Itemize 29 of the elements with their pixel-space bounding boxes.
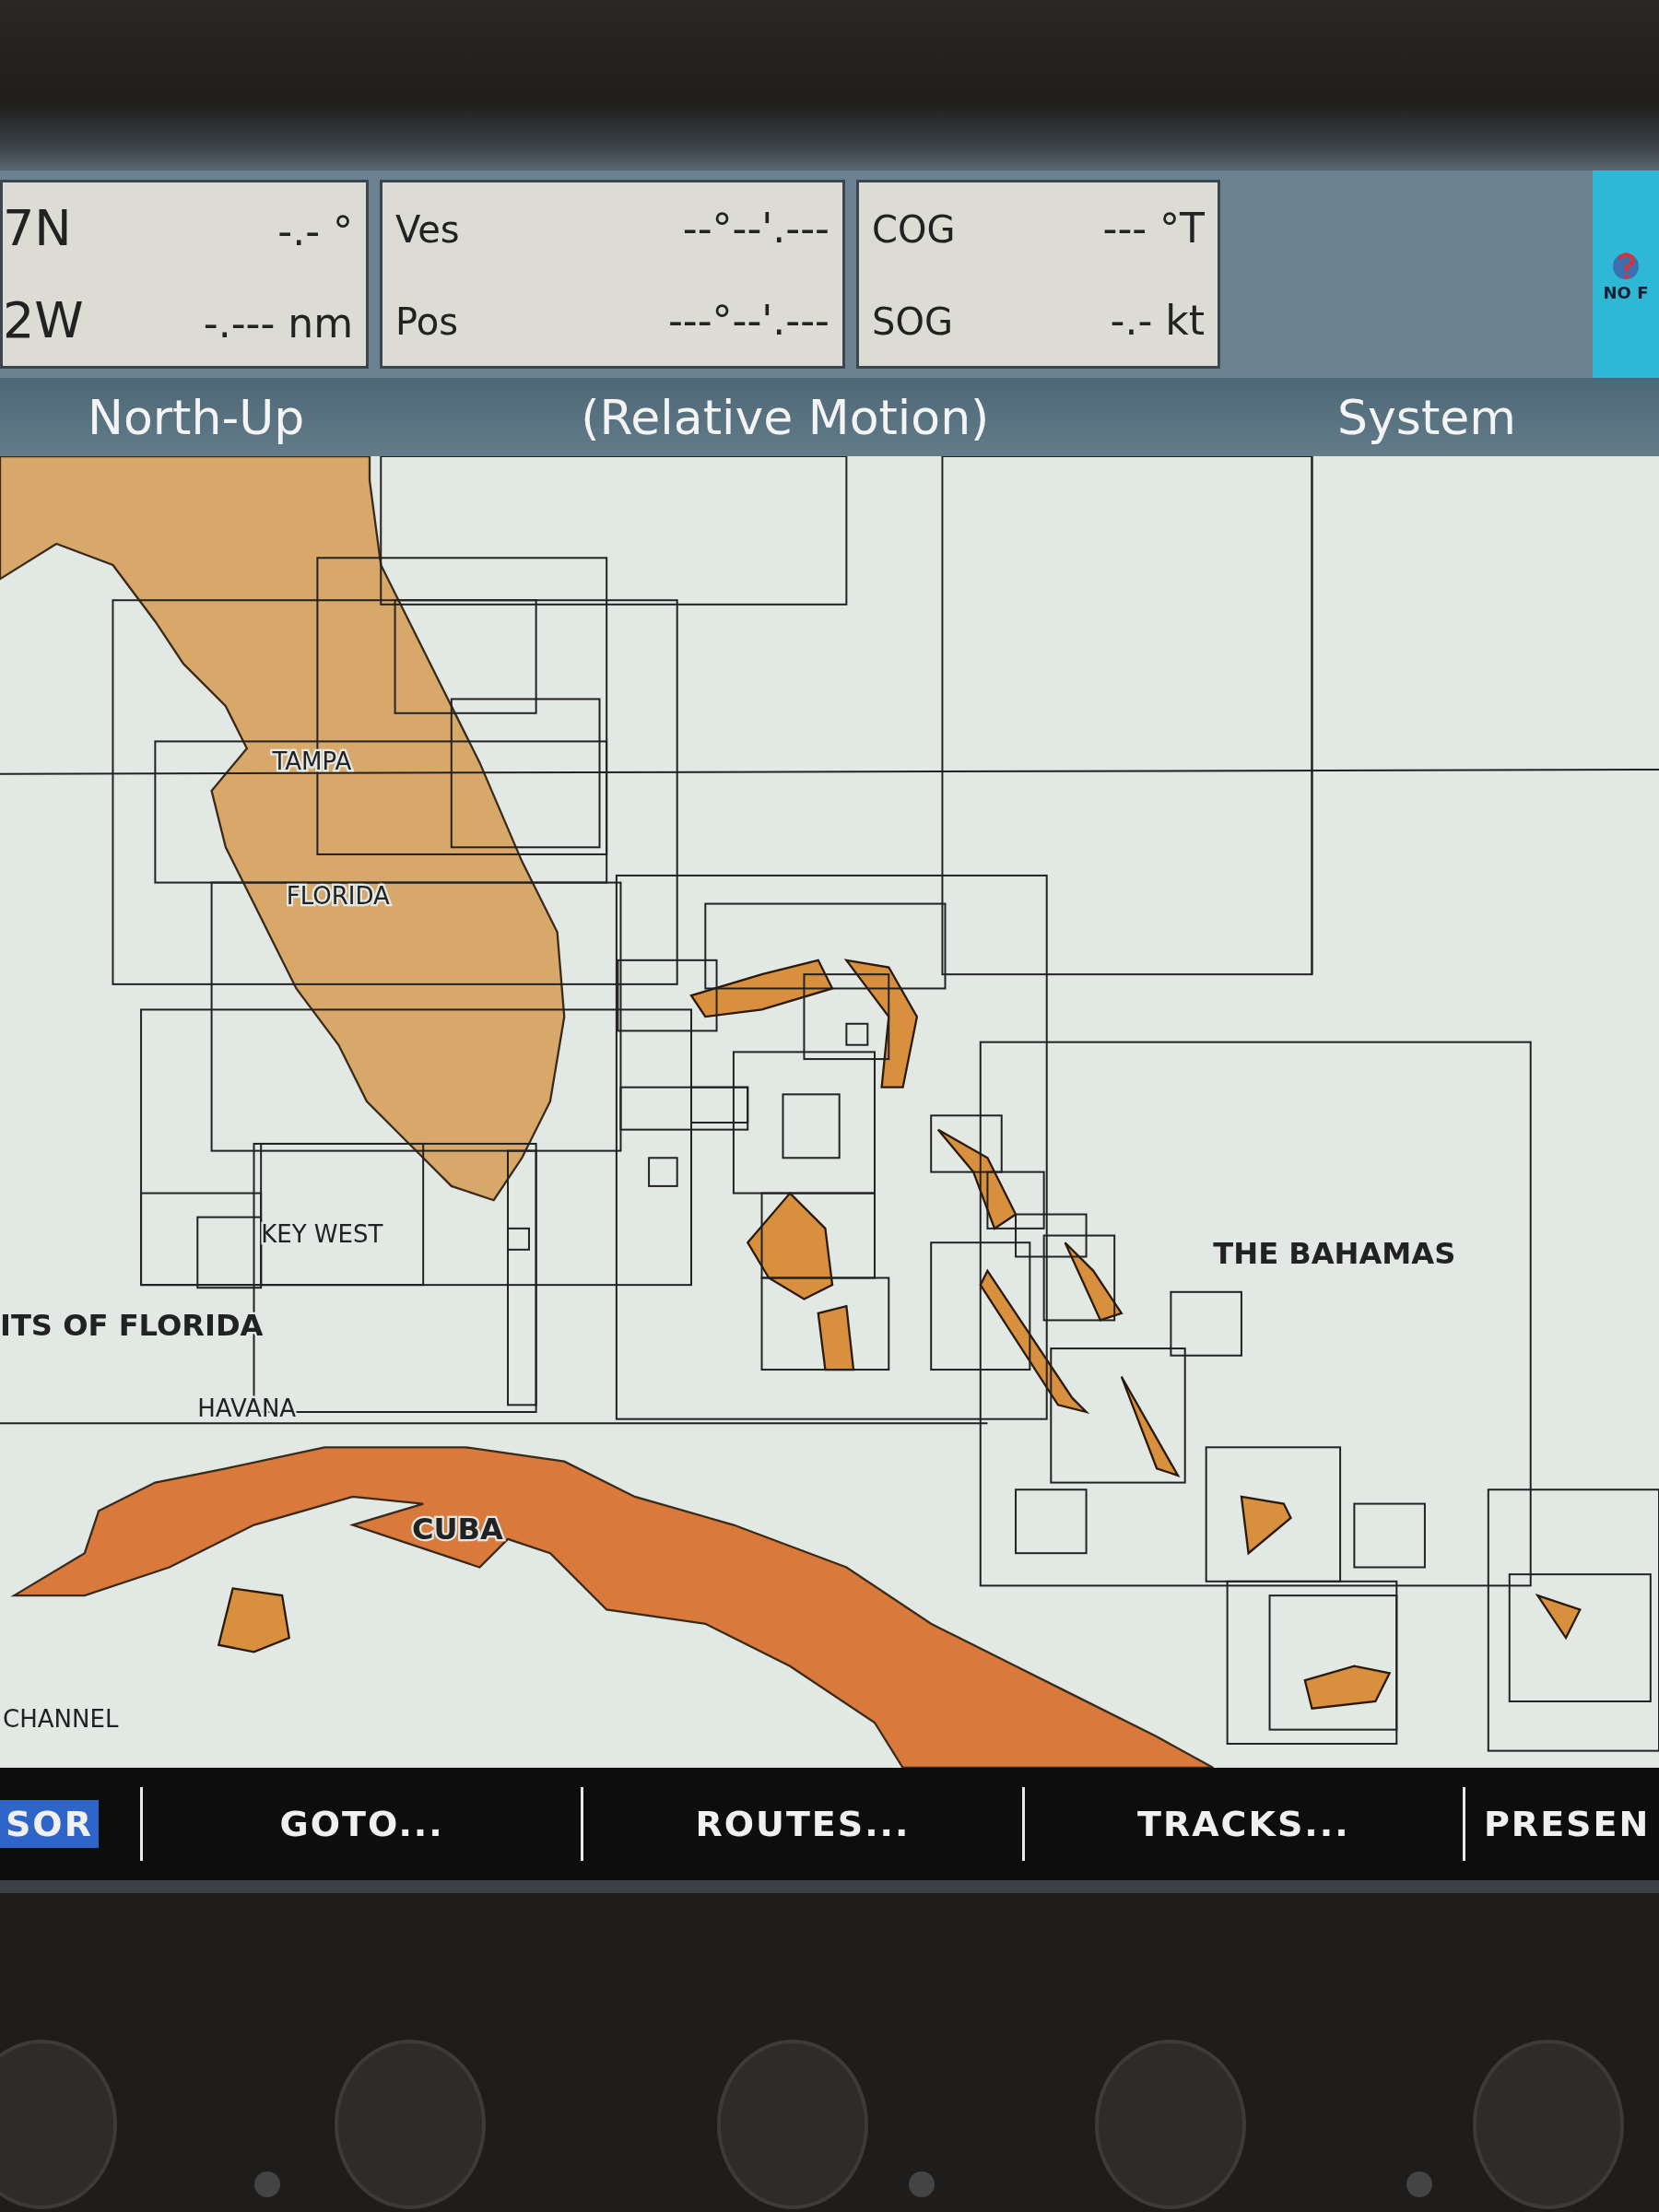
data-value: -.--- nm <box>203 299 353 347</box>
orientation-label: North-Up <box>88 389 305 445</box>
map-label: CHANNEL <box>3 1704 119 1733</box>
motion-label: (Relative Motion) <box>581 389 990 445</box>
data-label: 2W <box>3 290 84 349</box>
island <box>1240 1495 1292 1556</box>
softkey-button[interactable]: ROUTES... <box>583 1800 1022 1848</box>
map-label: THE BAHAMAS <box>1213 1236 1456 1272</box>
softkey-button[interactable]: TRACKS... <box>1024 1800 1463 1848</box>
data-label: Pos <box>395 300 458 343</box>
softkey-button[interactable]: SOR <box>0 1800 99 1848</box>
data-value: -.- ° <box>277 207 353 255</box>
data-value: ---°--'.--- <box>667 296 830 344</box>
fix-status-text: NO F <box>1603 283 1649 302</box>
system-label: System <box>1337 389 1516 445</box>
data-label: 7N <box>3 199 72 258</box>
data-label: COG <box>872 208 956 252</box>
island <box>1535 1593 1582 1641</box>
data-value: --- °T <box>1102 205 1205 253</box>
data-value: -.- kt <box>1110 296 1205 344</box>
map-label: KEY WEST <box>261 1220 383 1249</box>
softkey-button[interactable]: GOTO... <box>142 1800 582 1848</box>
map-label: HAVANA <box>197 1394 297 1422</box>
map-label: FLORIDA <box>286 881 390 910</box>
data-value: --°--'.--- <box>682 205 830 253</box>
softkey-button[interactable]: PRESEN <box>1465 1800 1659 1848</box>
map-label: CUBA <box>411 1511 503 1547</box>
data-label: Ves <box>395 208 460 252</box>
data-label: SOG <box>872 300 953 343</box>
